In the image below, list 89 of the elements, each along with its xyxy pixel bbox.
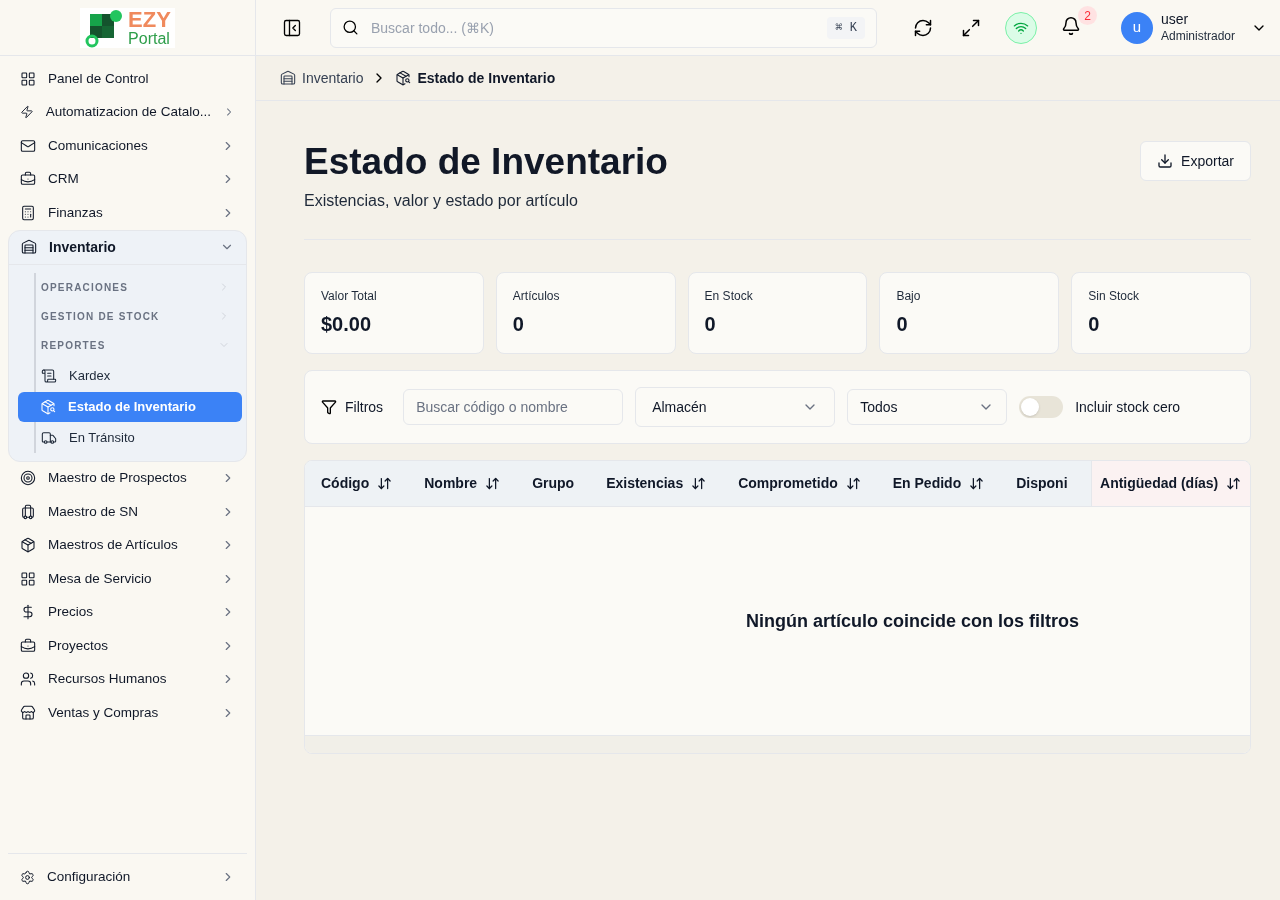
- warehouse-icon: [21, 239, 37, 255]
- luggage-icon: [20, 503, 36, 520]
- target-icon: [20, 470, 36, 487]
- grid-icon: [20, 70, 36, 87]
- sidebar-item[interactable]: Precios: [0, 595, 255, 629]
- sidebar-item[interactable]: Proyectos: [0, 629, 255, 663]
- sort-icon: [485, 476, 501, 492]
- envelope-icon: [20, 137, 36, 154]
- briefcase-icon: [20, 637, 36, 654]
- stat-value: 0: [896, 312, 909, 338]
- package-search-icon: [40, 398, 56, 415]
- page-subtitle: Existencias, valor y estado por artículo: [304, 191, 579, 212]
- column-header[interactable]: Disponi: [1016, 473, 1068, 495]
- sidebar-item[interactable]: Comunicaciones: [0, 129, 255, 163]
- notification-count: 2: [1078, 6, 1097, 25]
- sidebar-section[interactable]: GESTION DE STOCK: [36, 301, 242, 331]
- toggle-label: Incluir stock cero: [1075, 397, 1181, 417]
- sidebar-section[interactable]: OPERACIONES: [36, 272, 242, 302]
- sidebar-group[interactable]: Inventario: [9, 230, 246, 265]
- sidebar-item[interactable]: Configuración: [8, 860, 247, 894]
- logo-title: EZY: [128, 8, 171, 31]
- sort-icon: [969, 476, 985, 492]
- column-header[interactable]: Nombre: [424, 473, 501, 495]
- sort-icon: [691, 476, 707, 492]
- box-icon: [20, 537, 36, 554]
- truck-icon: [41, 429, 57, 446]
- lightning-icon: [20, 104, 34, 121]
- search-icon: [342, 18, 359, 36]
- sidebar-section[interactable]: REPORTES: [36, 330, 242, 360]
- user-name: user: [1161, 11, 1190, 29]
- sort-icon: [1226, 476, 1242, 492]
- sidebar-item[interactable]: Automatizacion de Catalo...: [0, 95, 255, 129]
- calculator-icon: [20, 204, 36, 221]
- shortcut-hint: ⌘ K: [827, 16, 865, 39]
- sidebar-item[interactable]: Recursos Humanos: [0, 662, 255, 696]
- sidebar-item[interactable]: Ventas y Compras: [0, 696, 255, 730]
- sort-icon: [845, 476, 861, 492]
- sidebar-item[interactable]: Maestros de Artículos: [0, 528, 255, 562]
- warehouse-dropdown[interactable]: Almacén: [635, 387, 836, 428]
- breadcrumb-item[interactable]: Inventario: [280, 67, 364, 89]
- puzzle-gear-icon: [84, 7, 125, 48]
- stat-value: 0: [704, 312, 717, 338]
- filter-icon: [321, 399, 337, 416]
- stat-value: $0.00: [321, 312, 373, 338]
- sidebar-subitem[interactable]: Estado de Inventario: [18, 391, 242, 422]
- export-button[interactable]: Exportar: [1140, 141, 1252, 181]
- sidebar-item[interactable]: Maestro de Prospectos: [0, 461, 255, 495]
- empty-message: Ningún artículo coincide con los filtros: [746, 609, 1080, 633]
- column-header[interactable]: Existencias: [606, 473, 707, 495]
- package-search-icon: [395, 70, 412, 86]
- toggle-switch[interactable]: [1019, 396, 1064, 419]
- briefcase-icon: [20, 171, 36, 188]
- user-menu[interactable]: u user Administrador: [1121, 11, 1268, 44]
- scroll-icon: [41, 367, 57, 384]
- stat-value: 0: [512, 312, 525, 338]
- column-header[interactable]: En Pedido: [892, 473, 985, 495]
- stat-label: Artículos: [512, 288, 561, 306]
- column-header[interactable]: Antigüedad (días): [1091, 461, 1251, 507]
- breadcrumb-item: Estado de Inventario: [395, 67, 556, 89]
- filter-label: Filtros: [345, 397, 384, 417]
- status-dropdown[interactable]: Todos: [847, 389, 1008, 426]
- sidebar-subitem[interactable]: En Tránsito: [36, 422, 242, 453]
- grid-icon: [20, 570, 36, 587]
- logo-subtitle: Portal: [128, 30, 171, 47]
- users-icon: [20, 671, 36, 688]
- stat-value: 0: [1088, 312, 1101, 338]
- stat-label: En Stock: [704, 288, 754, 306]
- stat-label: Bajo: [896, 288, 922, 306]
- search-field[interactable]: Buscar código o nombre: [403, 389, 624, 426]
- sort-icon: [377, 476, 393, 492]
- column-header[interactable]: Grupo: [532, 473, 575, 495]
- sidebar-item[interactable]: Mesa de Servicio: [0, 562, 255, 596]
- page-title: Estado de Inventario: [304, 140, 668, 184]
- stat-label: Sin Stock: [1088, 288, 1140, 306]
- column-header[interactable]: Código: [321, 473, 393, 495]
- sidebar-subitem[interactable]: Kardex: [36, 360, 242, 391]
- sidebar-item[interactable]: Panel de Control: [0, 62, 255, 96]
- user-role: Administrador: [1161, 28, 1236, 44]
- stat-label: Valor Total: [321, 288, 378, 306]
- warehouse-icon: [280, 70, 296, 86]
- avatar: u: [1121, 11, 1153, 44]
- store-icon: [20, 704, 36, 721]
- download-icon: [1157, 153, 1174, 169]
- settings-icon: [20, 869, 35, 885]
- column-header[interactable]: Comprometido: [738, 473, 861, 495]
- sidebar-item[interactable]: Maestro de SN: [0, 495, 255, 529]
- sidebar-item[interactable]: CRM: [0, 162, 255, 196]
- dollar-icon: [20, 604, 36, 621]
- sidebar-item[interactable]: Finanzas: [0, 196, 255, 230]
